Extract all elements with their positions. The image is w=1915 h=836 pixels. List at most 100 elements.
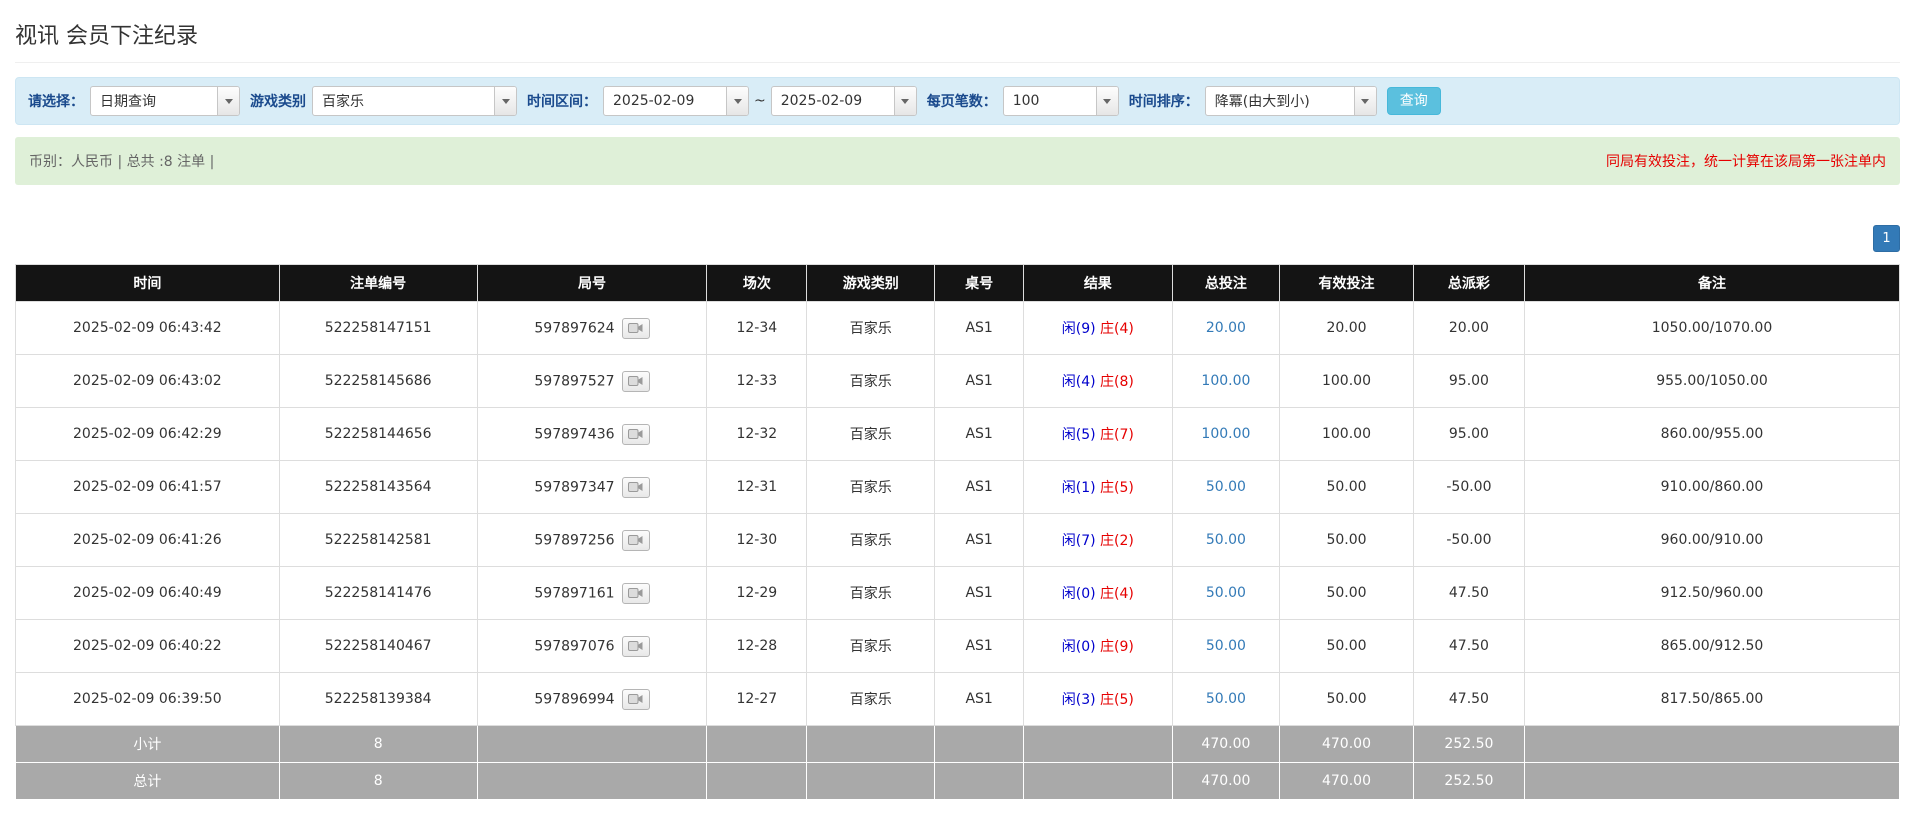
note-cell: 955.00/1050.00 bbox=[1525, 355, 1900, 408]
page-button-1[interactable]: 1 bbox=[1873, 225, 1900, 252]
round-id: 597897347 bbox=[534, 479, 614, 495]
chevron-down-icon[interactable] bbox=[726, 87, 748, 115]
chevron-down-icon[interactable] bbox=[494, 87, 516, 115]
note-cell: 860.00/955.00 bbox=[1525, 408, 1900, 461]
result-cell: 闲(7) 庄(2) bbox=[1023, 514, 1172, 567]
video-replay-button[interactable] bbox=[622, 583, 650, 604]
valid-bet-cell: 50.00 bbox=[1280, 461, 1414, 514]
session-cell: 12-27 bbox=[707, 673, 807, 726]
date-from-select[interactable]: 2025-02-09 bbox=[603, 86, 749, 116]
total-bet-link[interactable]: 50.00 bbox=[1206, 585, 1246, 601]
video-replay-button[interactable] bbox=[622, 636, 650, 657]
result-player: 闲(4) bbox=[1062, 374, 1096, 390]
chevron-down-icon[interactable] bbox=[217, 87, 239, 115]
round-id: 597897436 bbox=[534, 426, 614, 442]
result-player: 闲(5) bbox=[1062, 427, 1096, 443]
payout-cell: 47.50 bbox=[1413, 673, 1524, 726]
page-size-label: 每页笔数： bbox=[927, 91, 997, 111]
valid-bet-cell: 100.00 bbox=[1280, 355, 1414, 408]
bet-id-cell: 522258145686 bbox=[279, 355, 477, 408]
video-replay-button[interactable] bbox=[622, 530, 650, 551]
total-bet-link[interactable]: 50.00 bbox=[1206, 532, 1246, 548]
table-row: 2025-02-09 06:39:50522258139384597896994… bbox=[16, 673, 1900, 726]
round-id: 597897624 bbox=[534, 320, 614, 336]
valid-bet-cell: 50.00 bbox=[1280, 514, 1414, 567]
footer-cell: 470.00 bbox=[1172, 763, 1279, 800]
footer-cell: 252.50 bbox=[1413, 763, 1524, 800]
game-type-cell: 百家乐 bbox=[807, 620, 935, 673]
time-cell: 2025-02-09 06:41:57 bbox=[16, 461, 280, 514]
video-replay-button[interactable] bbox=[622, 424, 650, 445]
video-icon bbox=[628, 587, 643, 599]
result-banker: 庄(9) bbox=[1100, 639, 1134, 655]
same-round-notice: 同局有效投注，统一计算在该局第一张注单内 bbox=[1606, 151, 1886, 171]
chevron-down-icon[interactable] bbox=[894, 87, 916, 115]
footer-cell: 470.00 bbox=[1172, 726, 1279, 763]
query-type-label: 请选择： bbox=[28, 91, 84, 111]
chevron-down-icon[interactable] bbox=[1096, 87, 1118, 115]
total-bet-cell: 50.00 bbox=[1172, 514, 1279, 567]
table-no-cell: AS1 bbox=[935, 620, 1024, 673]
betting-records-page: 视讯 会员下注纪录 请选择： 日期查询 游戏类别 百家乐 时间区间： 2025-… bbox=[0, 0, 1915, 800]
sort-value: 降冪(由大到小) bbox=[1206, 87, 1354, 115]
video-replay-button[interactable] bbox=[622, 689, 650, 710]
note-cell: 1050.00/1070.00 bbox=[1525, 302, 1900, 355]
total-bet-link[interactable]: 50.00 bbox=[1206, 691, 1246, 707]
bet-id-cell: 522258147151 bbox=[279, 302, 477, 355]
time-cell: 2025-02-09 06:43:02 bbox=[16, 355, 280, 408]
chevron-down-icon[interactable] bbox=[1354, 87, 1376, 115]
video-replay-button[interactable] bbox=[622, 477, 650, 498]
total-bet-link[interactable]: 100.00 bbox=[1201, 373, 1250, 389]
video-icon bbox=[628, 481, 643, 493]
result-banker: 庄(5) bbox=[1100, 480, 1134, 496]
table-row: 2025-02-09 06:40:22522258140467597897076… bbox=[16, 620, 1900, 673]
header-row: 时间注单编号局号场次游戏类别桌号结果总投注有效投注总派彩备注 bbox=[16, 265, 1900, 302]
footer-cell: 470.00 bbox=[1280, 726, 1414, 763]
caret-shape bbox=[225, 99, 233, 104]
total-bet-link[interactable]: 50.00 bbox=[1206, 638, 1246, 654]
note-cell: 817.50/865.00 bbox=[1525, 673, 1900, 726]
round-id: 597897527 bbox=[534, 373, 614, 389]
result-cell: 闲(4) 庄(8) bbox=[1023, 355, 1172, 408]
bet-id-cell: 522258144656 bbox=[279, 408, 477, 461]
total-bet-cell: 20.00 bbox=[1172, 302, 1279, 355]
page-size-select[interactable]: 100 bbox=[1003, 86, 1119, 116]
game-type-select[interactable]: 百家乐 bbox=[312, 86, 517, 116]
result-player: 闲(9) bbox=[1062, 321, 1096, 337]
query-type-value: 日期查询 bbox=[91, 87, 217, 115]
sort-select[interactable]: 降冪(由大到小) bbox=[1205, 86, 1377, 116]
search-button[interactable]: 查询 bbox=[1387, 87, 1441, 115]
total-row: 总计8470.00470.00252.50 bbox=[16, 763, 1900, 800]
total-bet-link[interactable]: 100.00 bbox=[1201, 426, 1250, 442]
payout-cell: 47.50 bbox=[1413, 620, 1524, 673]
result-banker: 庄(7) bbox=[1100, 427, 1134, 443]
pagination: 1 bbox=[15, 225, 1900, 252]
result-banker: 庄(2) bbox=[1100, 533, 1134, 549]
footer-cell bbox=[1023, 726, 1172, 763]
round-id-cell: 597897527 bbox=[477, 355, 707, 408]
result-cell: 闲(9) 庄(4) bbox=[1023, 302, 1172, 355]
session-cell: 12-30 bbox=[707, 514, 807, 567]
video-replay-button[interactable] bbox=[622, 371, 650, 392]
round-id: 597896994 bbox=[534, 691, 614, 707]
caret-shape bbox=[1361, 99, 1369, 104]
total-bet-link[interactable]: 50.00 bbox=[1206, 479, 1246, 495]
sort-label: 时间排序： bbox=[1129, 91, 1199, 111]
game-type-cell: 百家乐 bbox=[807, 408, 935, 461]
query-type-select[interactable]: 日期查询 bbox=[90, 86, 240, 116]
table-row: 2025-02-09 06:42:29522258144656597897436… bbox=[16, 408, 1900, 461]
video-replay-button[interactable] bbox=[622, 318, 650, 339]
column-header: 场次 bbox=[707, 265, 807, 302]
column-header: 局号 bbox=[477, 265, 707, 302]
round-id-cell: 597897076 bbox=[477, 620, 707, 673]
total-bet-cell: 100.00 bbox=[1172, 408, 1279, 461]
total-bet-link[interactable]: 20.00 bbox=[1206, 320, 1246, 336]
column-header: 注单编号 bbox=[279, 265, 477, 302]
footer-cell bbox=[477, 763, 707, 800]
payout-cell: -50.00 bbox=[1413, 461, 1524, 514]
result-cell: 闲(5) 庄(7) bbox=[1023, 408, 1172, 461]
date-to-select[interactable]: 2025-02-09 bbox=[771, 86, 917, 116]
game-type-cell: 百家乐 bbox=[807, 567, 935, 620]
footer-cell: 8 bbox=[279, 726, 477, 763]
total-bet-cell: 50.00 bbox=[1172, 461, 1279, 514]
